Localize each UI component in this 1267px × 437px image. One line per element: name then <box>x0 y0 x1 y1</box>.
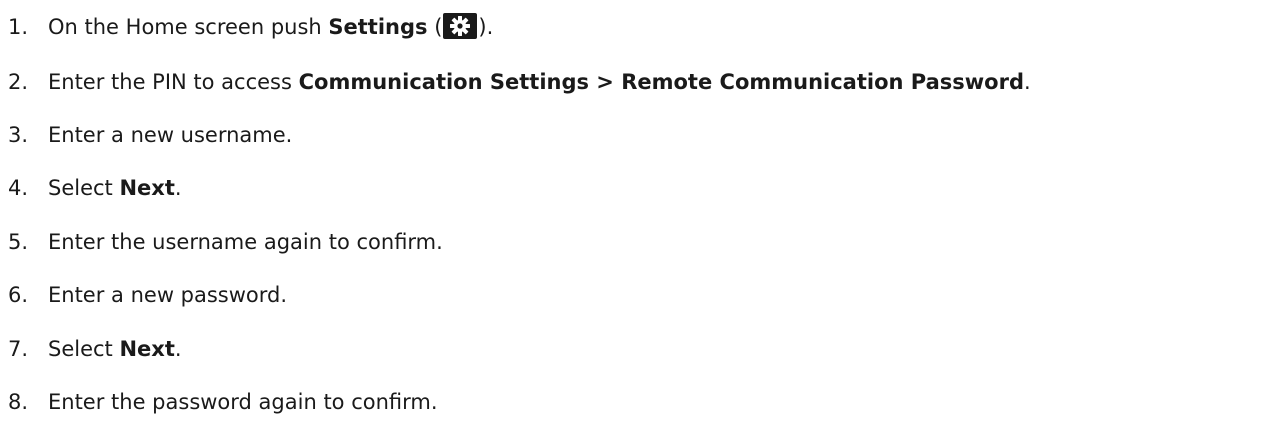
settings-gear-icon <box>443 13 478 39</box>
step-text: Enter the PIN to access <box>48 70 299 94</box>
step-number: 4. <box>8 176 29 200</box>
paren-close: ). <box>478 15 494 39</box>
step-text: On the Home screen push <box>48 15 329 39</box>
step-number: 2. <box>8 70 29 94</box>
step-bold-term: Next <box>119 337 175 361</box>
step-number: 6. <box>8 283 29 307</box>
instruction-list: 1. On the Home screen push Settings ().… <box>0 0 1267 437</box>
step-number: 1. <box>8 15 29 39</box>
step-number: 8. <box>8 390 29 414</box>
step-text: Select <box>48 176 120 200</box>
step-bold-term: Settings <box>328 15 428 39</box>
step-text: Enter a new password. <box>48 283 288 307</box>
step-text: Enter the username again to confirm. <box>48 230 443 254</box>
step-text: Select <box>48 337 120 361</box>
step-1: 1. On the Home screen push Settings (). <box>8 12 493 42</box>
step-3: 3. Enter a new username. <box>8 120 292 150</box>
step-2: 2. Enter the PIN to access Communication … <box>8 67 1031 97</box>
step-bold-term: Communication Settings > Remote Communic… <box>298 70 1024 94</box>
step-6: 6. Enter a new password. <box>8 280 287 310</box>
step-text: Enter the password again to confirm. <box>48 390 438 414</box>
step-8: 8. Enter the password again to confirm. <box>8 387 438 417</box>
step-punctuation: . <box>174 176 182 200</box>
paren-open: ( <box>427 15 443 39</box>
step-4: 4. Select Next. <box>8 173 182 203</box>
step-number: 3. <box>8 123 29 147</box>
step-7: 7. Select Next. <box>8 334 182 364</box>
step-punctuation: . <box>174 337 182 361</box>
step-5: 5. Enter the username again to confirm. <box>8 227 443 257</box>
step-text: Enter a new username. <box>48 123 293 147</box>
step-punctuation: . <box>1024 70 1031 94</box>
step-number: 7. <box>8 337 29 361</box>
step-number: 5. <box>8 230 29 254</box>
step-bold-term: Next <box>119 176 175 200</box>
